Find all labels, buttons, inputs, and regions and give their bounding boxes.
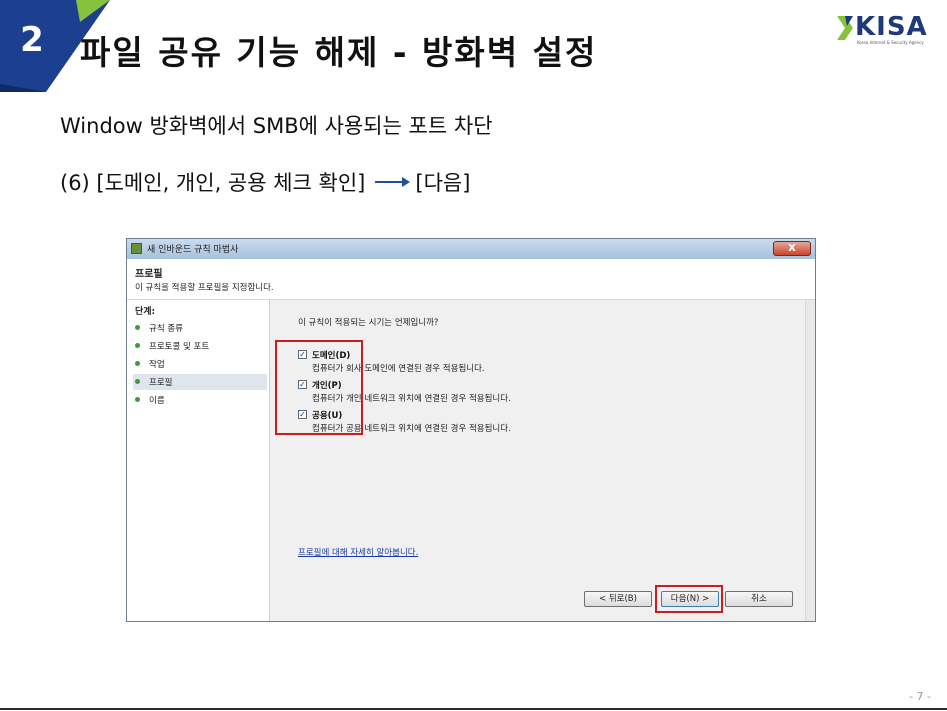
slide-title: 파일 공유 기능 해제 - 방화벽 설정: [80, 33, 598, 72]
page-number: - 7 -: [909, 690, 931, 703]
step-target: [다음]: [415, 171, 471, 195]
step-item-name[interactable]: 이름: [133, 392, 267, 408]
step-bullet-icon: [135, 361, 140, 366]
step-bullet-icon: [135, 379, 140, 384]
step-item-profile[interactable]: 프로필: [133, 374, 267, 390]
step-item-rule-type[interactable]: 규칙 종류: [133, 320, 267, 336]
step-label: 규칙 종류: [149, 324, 183, 334]
inbound-rule-wizard-window: 새 인바운드 규칙 마법사 X 프로필 이 규칙을 적용할 프로필을 지정합니다…: [126, 238, 816, 622]
kisa-logo-text: KISA: [855, 12, 928, 42]
vertical-scrollbar[interactable]: [805, 300, 815, 621]
bottom-divider: [0, 708, 947, 710]
next-button-highlight-box: [655, 585, 723, 613]
step-bullet-icon: [135, 325, 140, 330]
wizard-header-title: 프로필: [135, 269, 163, 280]
cancel-button[interactable]: 취소: [725, 591, 793, 607]
step-label: 프로필: [149, 378, 173, 388]
window-titlebar: 새 인바운드 규칙 마법사 X: [127, 239, 815, 259]
arrow-right-icon: [373, 172, 411, 192]
step-text: (6) [도메인, 개인, 공용 체크 확인]: [60, 171, 366, 195]
step-item-protocol-port[interactable]: 프로토콜 및 포트: [133, 338, 267, 354]
step-label: 작업: [149, 360, 165, 370]
kisa-logo: KISA Korea Internet & Security Agency: [835, 12, 935, 48]
steps-heading: 단계:: [135, 307, 156, 317]
step-instruction: (6) [도메인, 개인, 공용 체크 확인] [다음]: [60, 167, 470, 197]
checkbox-highlight-box: [275, 340, 363, 435]
step-label: 이름: [149, 396, 165, 406]
learn-more-link[interactable]: 프로필에 대해 자세히 알아봅니다.: [298, 546, 418, 558]
close-button[interactable]: X: [773, 241, 811, 256]
slide-subtitle: Window 방화벽에서 SMB에 사용되는 포트 차단: [60, 114, 493, 138]
wizard-header-description: 이 규칙을 적용할 프로필을 지정합니다.: [135, 283, 274, 293]
step-item-action[interactable]: 작업: [133, 356, 267, 372]
step-label: 프로토콜 및 포트: [149, 342, 210, 352]
window-title: 새 인바운드 규칙 마법사: [147, 245, 239, 255]
profile-question: 이 규칙이 적용되는 시기는 언제입니까?: [298, 318, 439, 328]
step-bullet-icon: [135, 397, 140, 402]
slide: 2 파일 공유 기능 해제 - 방화벽 설정 KISA Korea Intern…: [0, 0, 947, 711]
section-badge: 2: [0, 0, 110, 92]
kisa-logo-subtext: Korea Internet & Security Agency: [857, 40, 924, 45]
step-bullet-icon: [135, 343, 140, 348]
wizard-header: 프로필 이 규칙을 적용할 프로필을 지정합니다.: [127, 259, 815, 300]
wizard-steps-pane: 단계: 규칙 종류 프로토콜 및 포트 작업 프로필 이름: [127, 300, 270, 621]
back-button[interactable]: < 뒤로(B): [584, 591, 652, 607]
kisa-logo-mark-icon: [837, 16, 853, 40]
firewall-icon: [131, 243, 142, 254]
section-number: 2: [20, 20, 44, 60]
